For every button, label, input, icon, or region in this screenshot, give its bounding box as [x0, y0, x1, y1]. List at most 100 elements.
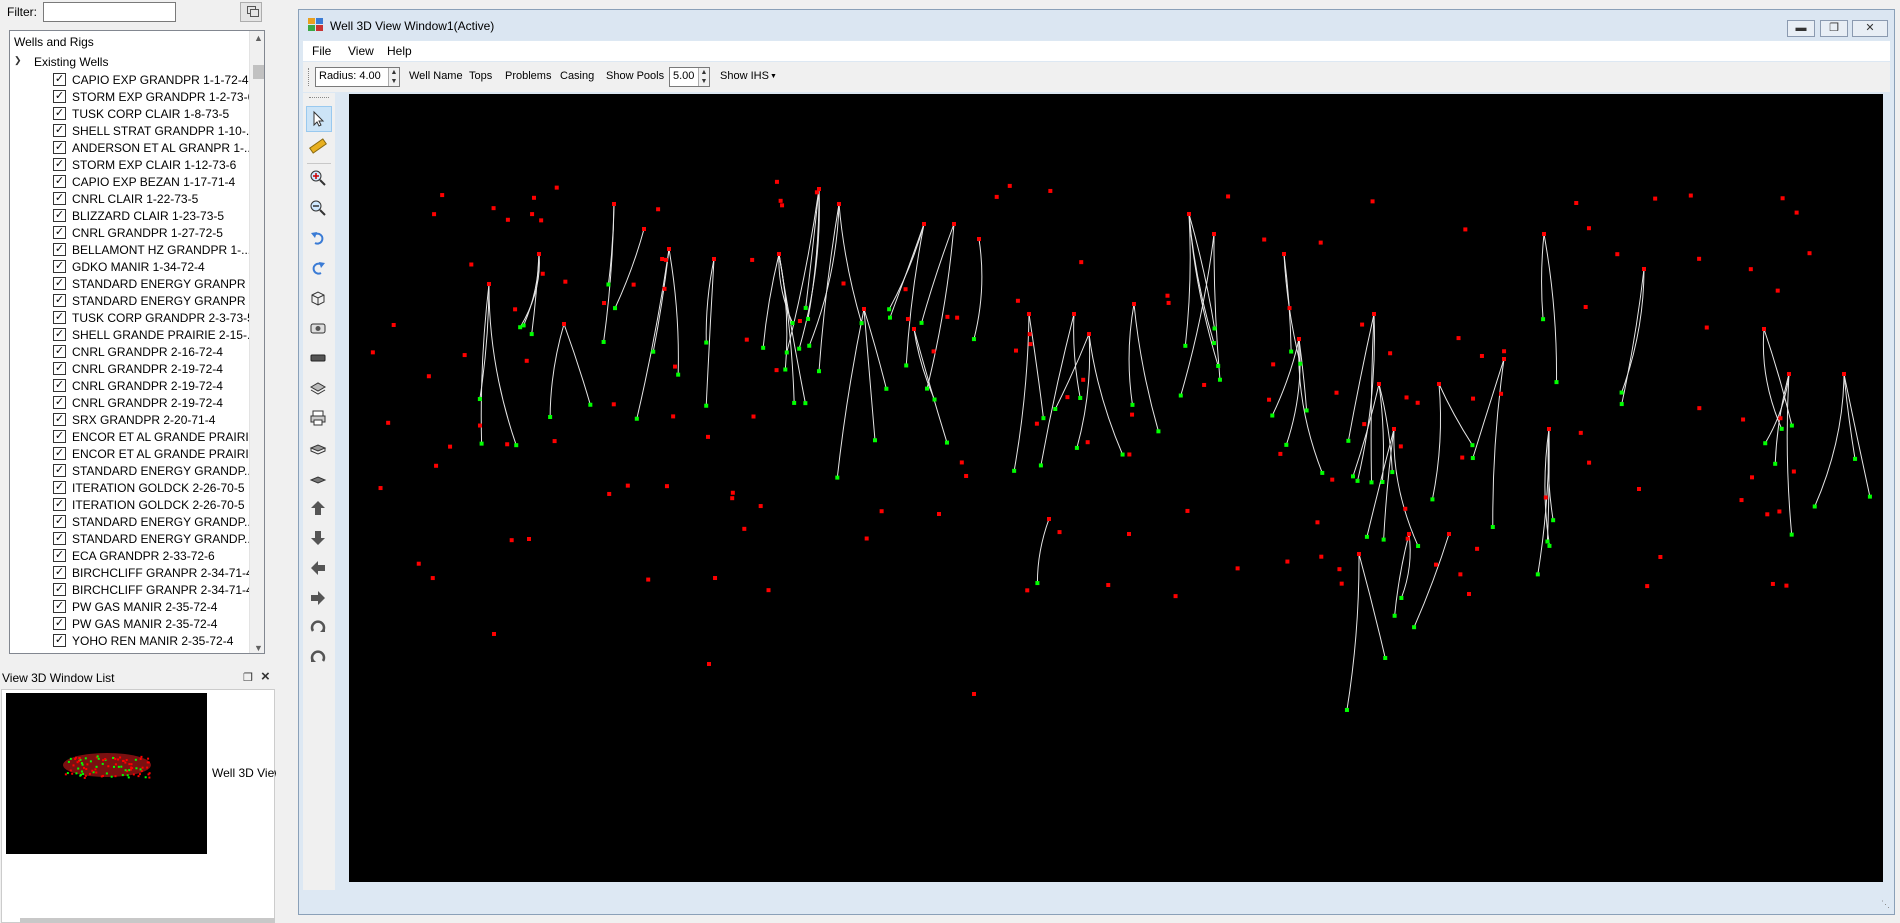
checkbox-checked-icon[interactable]: ✓	[53, 583, 66, 596]
well-list-item[interactable]: ✓ BELLAMONT HZ GRANDPR 1-...	[10, 241, 250, 258]
well-list-item[interactable]: ✓ ENCOR ET AL GRANDE PRAIRI...	[10, 428, 250, 445]
checkbox-checked-icon[interactable]: ✓	[53, 209, 66, 222]
well-name-button[interactable]: Well Name	[409, 70, 463, 82]
scroll-up-icon[interactable]: ▲	[254, 33, 263, 43]
spin-arrows-icon[interactable]: ▲ ▼	[388, 68, 399, 86]
redo-tool-button[interactable]	[306, 256, 332, 282]
well-list-item[interactable]: ✓ BLIZZARD CLAIR 1-23-73-5	[10, 207, 250, 224]
well-list-item[interactable]: ✓ CNRL GRANDPR 2-19-72-4	[10, 394, 250, 411]
undo-tool-button[interactable]	[306, 226, 332, 252]
well-list-item[interactable]: ✓ SHELL STRAT GRANDPR 1-10-...	[10, 122, 250, 139]
checkbox-checked-icon[interactable]: ✓	[53, 566, 66, 579]
show-ihs-button[interactable]: Show IHS	[720, 70, 769, 82]
move-right-tool-button[interactable]	[306, 586, 332, 612]
well-list-item[interactable]: ✓ CAPIO EXP GRANDPR 1-1-72-4	[10, 71, 250, 88]
rotate-left-tool-button[interactable]	[306, 646, 332, 672]
zoom-in-tool-button[interactable]	[306, 166, 332, 192]
checkbox-checked-icon[interactable]: ✓	[53, 277, 66, 290]
well-list-item[interactable]: ✓ STANDARD ENERGY GRANPR ...	[10, 292, 250, 309]
menu-view[interactable]: View	[348, 44, 374, 58]
toolbar-grip[interactable]	[309, 97, 329, 99]
print-tool-button[interactable]	[306, 406, 332, 432]
window-list-item-label[interactable]: Well 3D View Window1	[212, 766, 276, 780]
view-c-tool-button[interactable]	[306, 376, 332, 402]
tree-group-existing-wells[interactable]: ❯ Existing Wells	[10, 53, 250, 70]
menu-help[interactable]: Help	[387, 44, 412, 58]
checkbox-checked-icon[interactable]: ✓	[53, 617, 66, 630]
tree-scrollbar[interactable]: ▲ ▼	[249, 31, 264, 653]
well-list-item[interactable]: ✓ STANDARD ENERGY GRANDP...	[10, 462, 250, 479]
checkbox-checked-icon[interactable]: ✓	[53, 328, 66, 341]
well-list-item[interactable]: ✓ STANDARD ENERGY GRANDP...	[10, 530, 250, 547]
minimize-button[interactable]: ▬	[1787, 20, 1815, 37]
toolbar-grip[interactable]	[308, 68, 311, 86]
well-list-item[interactable]: ✓ ANDERSON ET AL GRANPR 1-...	[10, 139, 250, 156]
resize-grip-icon[interactable]: ⋱	[1881, 899, 1890, 910]
well-list-item[interactable]: ✓ STORM EXP GRANDPR 1-2-73-6	[10, 88, 250, 105]
dropdown-arrow-icon[interactable]: ▼	[770, 73, 777, 80]
scroll-thumb[interactable]	[253, 65, 264, 79]
well-list-item[interactable]: ✓ ECA GRANDPR 2-33-72-6	[10, 547, 250, 564]
checkbox-checked-icon[interactable]: ✓	[53, 413, 66, 426]
view-d-tool-button[interactable]	[306, 436, 332, 462]
checkbox-checked-icon[interactable]: ✓	[53, 294, 66, 307]
well-list-item[interactable]: ✓ BIRCHCLIFF GRANPR 2-34-71-4	[10, 581, 250, 598]
checkbox-checked-icon[interactable]: ✓	[53, 600, 66, 613]
checkbox-checked-icon[interactable]: ✓	[53, 345, 66, 358]
well-list-item[interactable]: ✓ SHELL GRANDE PRAIRIE 2-15-...	[10, 326, 250, 343]
rotate-3d-tool-button[interactable]	[306, 286, 332, 312]
spin-arrows-icon[interactable]: ▲ ▼	[698, 68, 709, 86]
checkbox-checked-icon[interactable]: ✓	[53, 464, 66, 477]
rotate-right-tool-button[interactable]	[306, 616, 332, 642]
checkbox-checked-icon[interactable]: ✓	[53, 175, 66, 188]
checkbox-checked-icon[interactable]: ✓	[53, 430, 66, 443]
measure-tool-button[interactable]	[306, 134, 332, 160]
checkbox-checked-icon[interactable]: ✓	[53, 141, 66, 154]
radius-spinbox[interactable]: Radius: 4.00 ▲ ▼	[315, 67, 400, 87]
well-list-item[interactable]: ✓ TUSK CORP GRANDPR 2-3-73-5	[10, 309, 250, 326]
well-list-item[interactable]: ✓ SRX GRANDPR 2-20-71-4	[10, 411, 250, 428]
move-up-tool-button[interactable]	[306, 496, 332, 522]
well-list-item[interactable]: ✓ STORM EXP CLAIR 1-12-73-6	[10, 156, 250, 173]
well-list-item[interactable]: ✓ TUSK CORP CLAIR 1-8-73-5	[10, 105, 250, 122]
well-list-item[interactable]: ✓ ENCOR ET AL GRANDE PRAIRI...	[10, 445, 250, 462]
view-a-tool-button[interactable]	[306, 316, 332, 342]
move-down-tool-button[interactable]	[306, 526, 332, 552]
scroll-down-icon[interactable]: ▼	[254, 643, 263, 653]
maximize-button[interactable]: ❐	[1820, 20, 1848, 37]
checkbox-checked-icon[interactable]: ✓	[53, 158, 66, 171]
checkbox-checked-icon[interactable]: ✓	[53, 498, 66, 511]
checkbox-checked-icon[interactable]: ✓	[53, 362, 66, 375]
menu-file[interactable]: File	[312, 44, 331, 58]
well-list-item[interactable]: ✓ CAPIO EXP BEZAN 1-17-71-4	[10, 173, 250, 190]
checkbox-checked-icon[interactable]: ✓	[53, 192, 66, 205]
pools-spinbox[interactable]: 5.00 ▲ ▼	[669, 67, 710, 87]
checkbox-checked-icon[interactable]: ✓	[53, 226, 66, 239]
float-icon[interactable]: ❐	[243, 671, 253, 684]
tops-button[interactable]: Tops	[469, 70, 492, 82]
show-pools-button[interactable]: Show Pools	[606, 70, 664, 82]
move-left-tool-button[interactable]	[306, 556, 332, 582]
window-thumbnail[interactable]	[6, 693, 207, 854]
checkbox-checked-icon[interactable]: ✓	[53, 481, 66, 494]
checkbox-checked-icon[interactable]: ✓	[53, 260, 66, 273]
window-titlebar[interactable]: Well 3D View Window1(Active) ▬ ❐ ✕	[299, 10, 1894, 40]
checkbox-checked-icon[interactable]: ✓	[53, 379, 66, 392]
checkbox-checked-icon[interactable]: ✓	[53, 447, 66, 460]
well-list-item[interactable]: ✓ BIRCHCLIFF GRANPR 2-34-71-4	[10, 564, 250, 581]
horizontal-scrollbar[interactable]	[20, 918, 275, 923]
well-list-item[interactable]: ✓ PW GAS MANIR 2-35-72-4	[10, 615, 250, 632]
well-list-item[interactable]: ✓ CNRL GRANDPR 2-19-72-4	[10, 360, 250, 377]
view-b-tool-button[interactable]	[306, 346, 332, 372]
well-list-item[interactable]: ✓ PW GAS MANIR 2-35-72-4	[10, 598, 250, 615]
select-tool-button[interactable]	[306, 106, 332, 132]
well-list-item[interactable]: ✓ STANDARD ENERGY GRANPR ...	[10, 275, 250, 292]
close-icon[interactable]: ×	[261, 669, 270, 684]
checkbox-checked-icon[interactable]: ✓	[53, 515, 66, 528]
problems-button[interactable]: Problems	[505, 70, 551, 82]
close-button[interactable]: ✕	[1852, 20, 1888, 37]
3d-viewport[interactable]	[349, 94, 1883, 882]
chevron-down-icon[interactable]: ❯	[14, 55, 22, 66]
well-list-item[interactable]: ✓ STANDARD ENERGY GRANDP...	[10, 513, 250, 530]
checkbox-checked-icon[interactable]: ✓	[53, 243, 66, 256]
